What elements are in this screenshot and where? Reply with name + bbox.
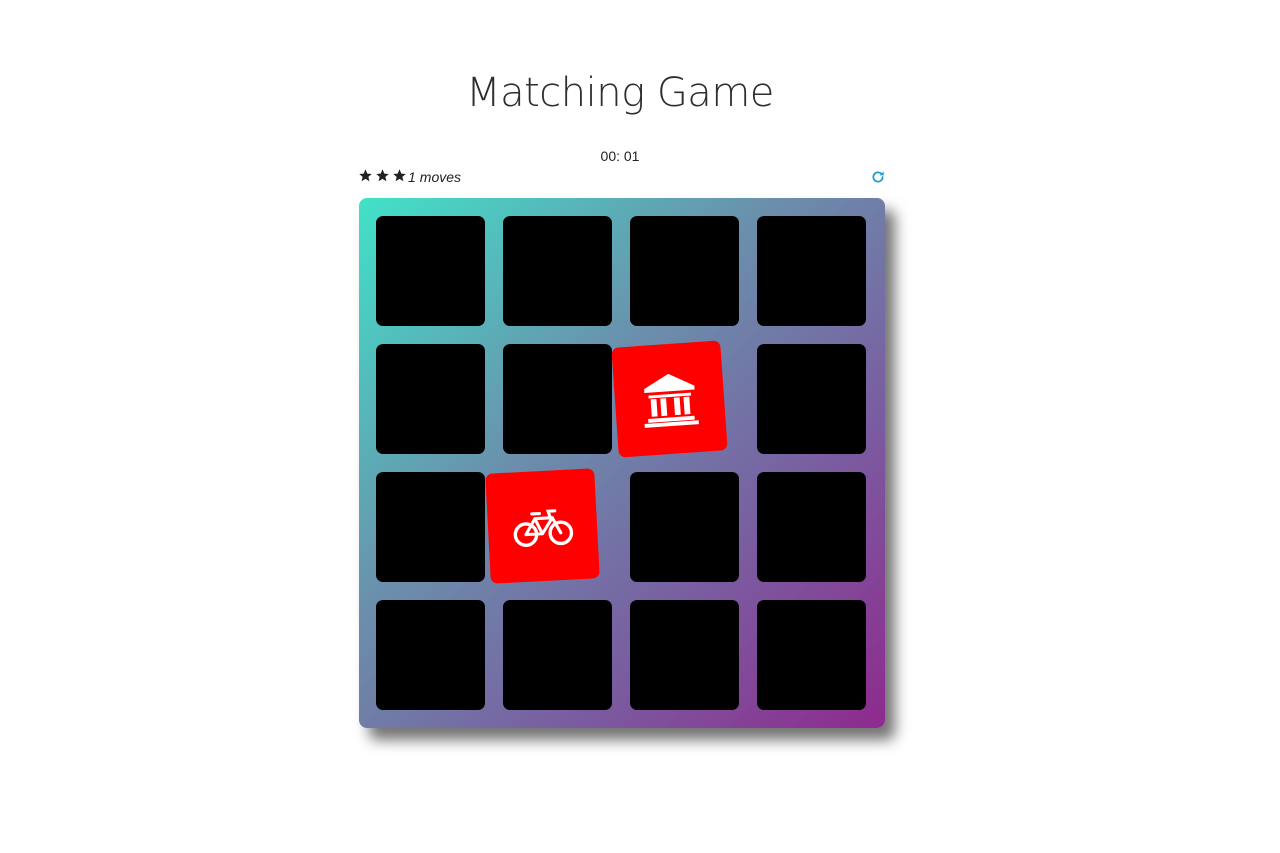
card-closed[interactable] [757, 472, 866, 582]
card-closed[interactable] [757, 344, 866, 454]
card-closed[interactable] [503, 600, 612, 710]
star-icon [393, 169, 406, 182]
star-rating [358, 168, 407, 183]
card-closed[interactable] [630, 600, 739, 710]
restart-icon[interactable] [870, 169, 886, 185]
card-closed[interactable] [376, 344, 485, 454]
card-closed[interactable] [630, 216, 739, 326]
card-closed[interactable] [376, 216, 485, 326]
card-closed[interactable] [503, 216, 612, 326]
card-open[interactable] [611, 340, 728, 458]
card-closed[interactable] [376, 472, 485, 582]
star-icon [359, 169, 372, 182]
bicycle-icon [513, 509, 573, 548]
card-closed[interactable] [630, 472, 739, 582]
timer: 00: 01 [600, 148, 640, 164]
page-title: Matching Game [466, 70, 774, 116]
card-closed[interactable] [757, 216, 866, 326]
card-closed[interactable] [376, 600, 485, 710]
moves-count: 1 [408, 169, 416, 185]
moves-counter: 1 moves [408, 169, 461, 185]
star-icon [376, 169, 389, 182]
card-closed[interactable] [757, 600, 866, 710]
card-deck [359, 198, 885, 728]
game-page: Matching Game 00: 01 1 moves [0, 0, 1280, 853]
moves-label: moves [419, 169, 462, 185]
score-panel: 1 moves [358, 168, 886, 188]
bank-icon [643, 373, 699, 428]
card-open[interactable] [485, 468, 600, 584]
card-closed[interactable] [503, 344, 612, 454]
